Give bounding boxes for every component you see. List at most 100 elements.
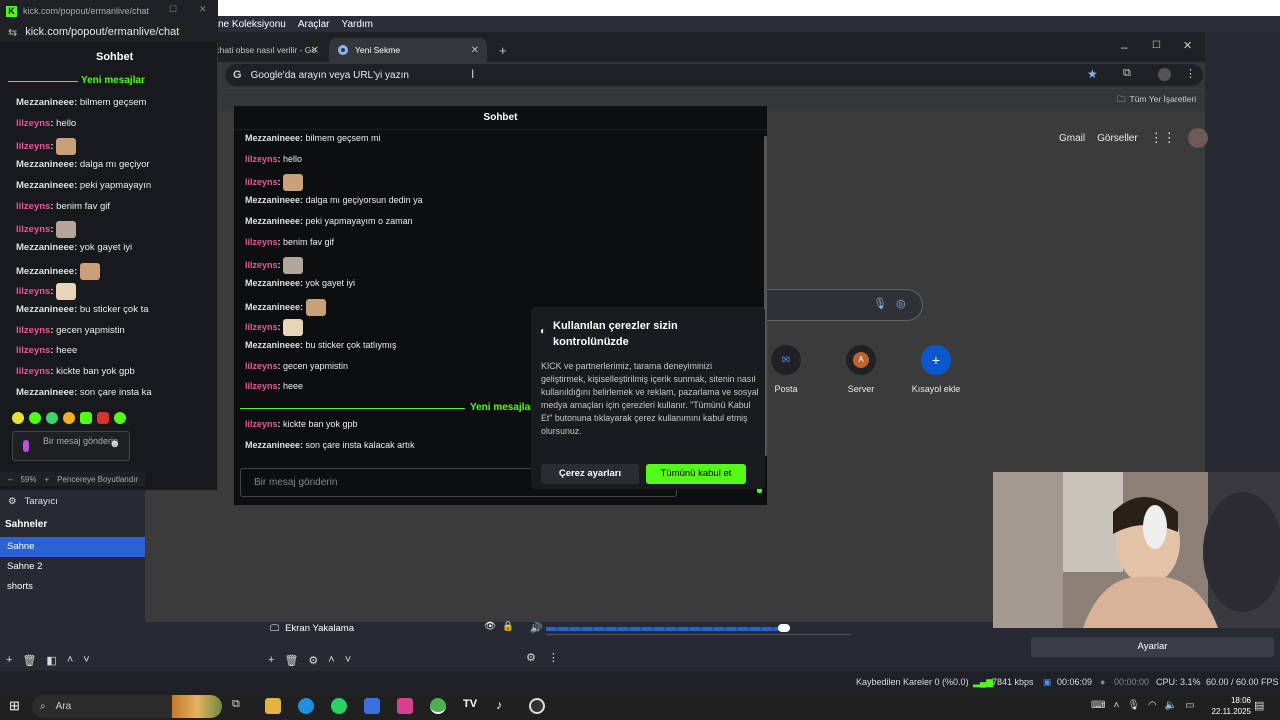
emote-icon[interactable] (12, 412, 24, 424)
chat-username[interactable]: lilzeyns (16, 224, 50, 235)
minimize-icon[interactable]: – (140, 4, 145, 14)
minimize-icon[interactable]: – (1121, 40, 1128, 54)
up-icon[interactable]: ˄ (328, 654, 334, 666)
gmail-link[interactable]: Gmail (1059, 133, 1085, 144)
menu-item[interactable]: Araçlar (298, 19, 330, 30)
chevron-up-icon[interactable]: ˄ (1113, 700, 1119, 711)
trash-icon[interactable]: 🗑 (22, 654, 36, 667)
menu-dots-icon[interactable]: ⋮ (548, 651, 559, 664)
menu-item[interactable]: ne Koleksiyonu (218, 19, 286, 30)
chat-username[interactable]: Mezzanineee (245, 440, 300, 450)
chat-username[interactable]: Mezzanineee (16, 242, 74, 253)
all-bookmarks[interactable]: 🗀 Tüm Yer İşaretleri (1117, 94, 1196, 108)
menu-item[interactable]: Yardım (342, 19, 374, 30)
google-apps-icon[interactable]: ⋮⋮ (1150, 130, 1176, 146)
emoji-icon[interactable]: ☻ (109, 439, 121, 450)
cookie-settings-button[interactable]: Çerez ayarları (541, 464, 639, 484)
chat-username[interactable]: Mezzanineee (245, 340, 300, 350)
down-icon[interactable]: ˅ (345, 654, 351, 666)
volume-slider[interactable] (778, 624, 790, 632)
chat-username[interactable]: lilzeyns (245, 177, 278, 187)
battery-icon[interactable]: ▭ (1185, 700, 1194, 711)
browser-source-item[interactable]: ⚙ Tarayıcı (0, 490, 145, 512)
chat-username[interactable]: Mezzanineee (16, 180, 74, 191)
google-search-box[interactable]: 🎙 ◎ (759, 289, 923, 321)
chat-username[interactable]: Mezzanineee (16, 159, 74, 170)
emote-icon[interactable] (46, 412, 58, 424)
mic-icon[interactable]: 🎙 (873, 297, 887, 310)
gear-icon[interactable]: ⚙ (526, 651, 536, 664)
gear-icon[interactable]: ⚙ (8, 496, 17, 507)
store-icon[interactable] (364, 698, 380, 714)
chat-username[interactable]: lilzeyns (16, 366, 50, 377)
chat-username[interactable]: lilzeyns (245, 260, 278, 270)
popout-address-bar[interactable]: ⇆ kick.com/popout/ermanlive/chat (0, 22, 218, 42)
scene-item[interactable]: Sahne (0, 537, 145, 557)
chat-username[interactable]: lilzeyns (245, 419, 278, 429)
chat-username[interactable]: Mezzanineee (16, 387, 74, 398)
scene-item[interactable]: shorts (0, 577, 145, 597)
settings-button[interactable]: Ayarlar (1031, 637, 1274, 657)
chrome-icon[interactable] (430, 698, 446, 714)
emote-icon[interactable] (63, 412, 75, 424)
fit-window-label[interactable]: Pencereye Boyutlandır (57, 475, 138, 484)
close-window-icon[interactable]: ✕ (1183, 39, 1192, 52)
chat-username[interactable]: lilzeyns (16, 286, 50, 297)
scene-item[interactable]: Sahne 2 (0, 557, 145, 577)
chat-username[interactable]: lilzeyns (245, 322, 278, 332)
close-tab-icon[interactable]: ✕ (311, 45, 319, 56)
zoom-in-icon[interactable]: + (44, 475, 49, 484)
emote-icon[interactable] (114, 412, 126, 424)
chat-username[interactable]: lilzeyns (245, 237, 278, 247)
profile-avatar[interactable] (1158, 68, 1171, 81)
tradingview-icon[interactable]: TV (463, 698, 479, 714)
images-link[interactable]: Görseller (1097, 133, 1138, 144)
wifi-icon[interactable]: ◠ (1148, 700, 1157, 711)
chat-username[interactable]: lilzeyns (16, 325, 50, 336)
taskbar-search[interactable]: ⌕ Ara (32, 695, 222, 718)
windows-start-icon[interactable]: ⊞ (9, 698, 20, 714)
maximize-icon[interactable]: ☐ (1152, 40, 1161, 51)
chat-username[interactable]: Mezzanineee (16, 97, 74, 108)
tab-new-tab[interactable]: Yeni Sekme ✕ (329, 38, 487, 62)
speaker-icon[interactable]: 🔊 (530, 623, 542, 634)
gear-icon[interactable]: ⚙ (308, 654, 318, 667)
emote-icon[interactable] (80, 412, 92, 424)
instagram-icon[interactable] (397, 698, 413, 714)
chat-username[interactable]: Mezzanineee (245, 216, 300, 226)
notification-icon[interactable]: ▤ (1254, 699, 1264, 712)
accept-all-button[interactable]: Tümünü kabul et (646, 464, 746, 484)
lock-icon[interactable]: 🔒 (502, 621, 514, 632)
keyboard-icon[interactable]: ⌨ (1091, 700, 1105, 711)
chat-username[interactable]: Mezzanineee (245, 278, 300, 288)
account-avatar[interactable] (1187, 128, 1208, 148)
volume-icon[interactable]: 🔈 (1165, 700, 1177, 711)
eye-icon[interactable]: 👁 (484, 621, 496, 632)
add-icon[interactable]: + (268, 654, 274, 666)
chat-username[interactable]: Mezzanineee (245, 195, 300, 205)
chat-username[interactable]: lilzeyns (16, 201, 50, 212)
down-icon[interactable]: ˅ (83, 654, 89, 666)
chat-username[interactable]: Mezzanineee (245, 133, 300, 143)
file-explorer-icon[interactable] (265, 698, 281, 714)
close-tab-icon[interactable]: ✕ (471, 45, 479, 56)
close-icon[interactable]: ✕ (199, 4, 207, 15)
star-icon[interactable]: ★ (1087, 67, 1098, 81)
mic-icon[interactable]: 🎙 (1127, 700, 1140, 711)
maximize-icon[interactable]: ☐ (169, 4, 177, 15)
tiktok-icon[interactable]: ♪ (496, 698, 512, 714)
taskbar-clock[interactable]: 18:06 22.11.2025 (1205, 695, 1251, 717)
shortcut-server[interactable]: A Server (826, 345, 896, 394)
popout-message-input[interactable]: Bir mesaj gönderin ☻ (12, 431, 130, 461)
site-settings-icon[interactable]: ⇆ (8, 26, 17, 39)
omnibox[interactable]: G Google'da arayın veya URL'yi yazın I ★… (225, 64, 1203, 86)
chat-username[interactable]: lilzeyns (245, 154, 278, 164)
chat-username[interactable]: lilzeyns (245, 361, 278, 371)
filter-icon[interactable]: ◧ (46, 654, 56, 667)
source-item[interactable]: 🖵 Ekran Yakalama 👁 🔒 (262, 619, 518, 637)
chat-username[interactable]: lilzeyns (16, 345, 50, 356)
new-tab-button[interactable]: + (491, 38, 511, 62)
whatsapp-icon[interactable] (331, 698, 347, 714)
chat-username[interactable]: Mezzanineee (16, 266, 74, 277)
chat-username[interactable]: Mezzanineee (16, 304, 74, 315)
